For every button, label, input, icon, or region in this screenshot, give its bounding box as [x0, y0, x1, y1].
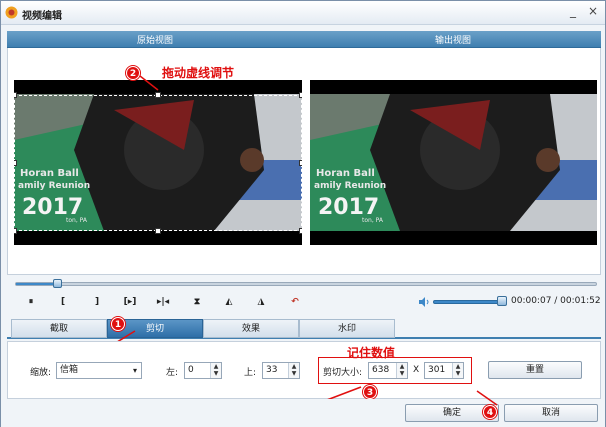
crop-width-input[interactable]: 638 ▲ ▼ — [368, 362, 408, 379]
crop-size-label: 剪切大小: — [323, 368, 363, 378]
play-selection-button[interactable]: [▸] — [119, 295, 141, 309]
preview-area: Horan Ball amily Reunion 2017 ton, PA Ho… — [7, 48, 601, 275]
pause-button[interactable]: ⏸ — [23, 295, 39, 309]
cancel-button[interactable]: 取消 — [504, 404, 598, 422]
flip-horizontal-button[interactable]: ▸|◂ — [153, 295, 173, 309]
annotation-arrow-4 — [476, 390, 498, 406]
original-view-label: 原始视图 — [137, 36, 174, 46]
zoom-select-value: 信箱 — [60, 365, 79, 375]
title-bar: 视频编辑 _ × — [1, 1, 605, 25]
dialog-footer: 确定 取消 — [1, 399, 605, 427]
rotate-right-button[interactable]: ◮ — [253, 295, 269, 309]
app-logo-icon — [5, 6, 18, 19]
timeline-progress — [16, 283, 57, 285]
zoom-select[interactable]: 信箱 ▾ — [56, 362, 142, 379]
chevron-down-icon: ▾ — [132, 366, 137, 375]
crop-settings-panel: 缩放: 信箱 ▾ 左: 0 ▲ ▼ 上: 33 ▲ ▼ 剪切大小: 638 ▲ ▼ X… — [7, 341, 601, 399]
crop-width-value: 638 — [372, 365, 390, 375]
crop-handle-bottom[interactable] — [155, 228, 161, 234]
tab-effects[interactable]: 效果 — [203, 319, 299, 338]
crop-height-value: 301 — [428, 365, 446, 375]
left-label: 左: — [166, 368, 179, 378]
annotation-badge-3: 3 — [363, 385, 377, 399]
left-offset-spinner[interactable]: ▲ ▼ — [210, 363, 221, 378]
annotation-arrow-2 — [139, 75, 159, 91]
crop-handle-top-left[interactable] — [14, 92, 17, 98]
left-offset-value: 0 — [188, 365, 194, 375]
mark-in-button[interactable]: [ — [55, 295, 71, 309]
tab-watermark[interactable]: 水印 — [299, 319, 395, 338]
left-offset-input[interactable]: 0 ▲ ▼ — [184, 362, 222, 379]
annotation-drag-text: 拖动虚线调节 — [162, 66, 235, 80]
top-offset-spinner[interactable]: ▲ ▼ — [288, 363, 299, 378]
jersey-text-2: amily Reunion — [314, 181, 386, 191]
zoom-label: 缩放: — [30, 368, 52, 378]
top-offset-input[interactable]: 33 ▲ ▼ — [262, 362, 300, 379]
top-offset-value: 33 — [266, 365, 278, 375]
size-separator: X — [413, 365, 420, 375]
crop-handle-left[interactable] — [14, 160, 17, 166]
crop-height-input[interactable]: 301 ▲ ▼ — [424, 362, 464, 379]
window-title: 视频编辑 — [22, 11, 62, 22]
output-view-label: 输出视图 — [435, 36, 472, 46]
tab-capture[interactable]: 截取 — [11, 319, 107, 338]
minimize-button[interactable]: _ — [565, 4, 581, 20]
output-frame-image: Horan Ball amily Reunion 2017 ton, PA — [310, 80, 597, 245]
view-header: 原始视图 输出视图 — [7, 31, 601, 48]
crop-handle-top-right[interactable] — [299, 92, 302, 98]
top-label: 上: — [244, 368, 257, 378]
video-edit-window: 视频编辑 _ × 原始视图 输出视图 Horan Ball amily Reun… — [0, 0, 606, 427]
time-display: 00:00:07 / 00:01:52 — [511, 296, 601, 306]
annotation-remember-text: 记住数值 — [347, 346, 396, 360]
crop-width-spinner[interactable]: ▲ ▼ — [396, 363, 407, 378]
volume-icon[interactable] — [418, 296, 430, 308]
crop-handle-right[interactable] — [299, 160, 302, 166]
crop-handle-bottom-left[interactable] — [14, 228, 17, 234]
output-video: Horan Ball amily Reunion 2017 ton, PA — [310, 80, 597, 245]
jersey-text-3: ton, PA — [362, 217, 384, 224]
reset-button[interactable]: 重置 — [488, 361, 582, 379]
crop-rectangle[interactable] — [14, 95, 302, 231]
timeline-thumb[interactable] — [52, 279, 62, 288]
mark-out-button[interactable]: ] — [89, 295, 105, 309]
volume-thumb[interactable] — [497, 296, 507, 306]
crop-handle-bottom-right[interactable] — [299, 228, 302, 234]
original-video: Horan Ball amily Reunion 2017 ton, PA — [14, 80, 302, 245]
flip-vertical-button[interactable]: ⧗ — [189, 295, 205, 309]
crop-height-spinner[interactable]: ▲ ▼ — [452, 363, 463, 378]
jersey-text-1: Horan Ball — [316, 168, 375, 179]
undo-button[interactable]: ↶ — [287, 295, 303, 309]
timeline-slider[interactable] — [15, 279, 597, 288]
tab-bar: 截取 剪切 效果 水印 — [7, 319, 601, 339]
volume-slider[interactable] — [433, 300, 505, 304]
rotate-left-button[interactable]: ◭ — [221, 295, 237, 309]
close-button[interactable]: × — [585, 4, 601, 20]
